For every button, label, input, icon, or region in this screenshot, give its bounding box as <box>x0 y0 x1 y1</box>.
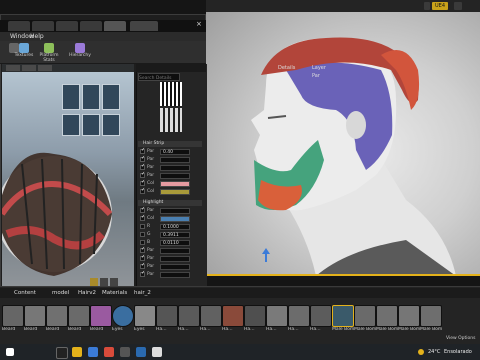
breadcrumb: Content model Hairv2 Materials hair_2 <box>0 288 480 298</box>
crumb-materials[interactable]: Materials <box>102 288 127 298</box>
param-row[interactable]: B 0.0110 <box>140 240 202 246</box>
textures-button[interactable]: Textures <box>14 42 34 62</box>
head-render <box>251 37 456 276</box>
preview-cube-icon[interactable] <box>100 278 108 286</box>
editor-tab-strip: × <box>0 20 206 32</box>
asset-tile[interactable]: Male Bome <box>332 305 354 333</box>
chrome-icon[interactable] <box>104 347 114 357</box>
editor-tab-2[interactable] <box>32 21 54 31</box>
editor-tab-4[interactable] <box>80 21 102 31</box>
param-row[interactable]: Par <box>140 270 202 278</box>
param-row[interactable]: Par <box>140 206 202 214</box>
color-row[interactable]: Col <box>140 179 202 187</box>
stats-icon <box>44 43 54 53</box>
crumb-model[interactable]: model <box>52 288 69 298</box>
preview-sphere-icon[interactable] <box>110 278 118 286</box>
hierarchy-button[interactable]: Hierarchy <box>68 42 92 62</box>
search-icon[interactable] <box>56 347 68 359</box>
asset-tile[interactable]: Beard <box>68 305 90 333</box>
viewport-perspective-button[interactable] <box>424 2 430 10</box>
viewport-toolbar: UE4 <box>206 0 480 12</box>
hair-sphere <box>2 152 113 276</box>
asset-tile[interactable]: Beard <box>46 305 68 333</box>
section-highlight[interactable]: Highlight <box>138 200 202 206</box>
app-icon[interactable] <box>120 347 130 357</box>
texture-thumbnail-2[interactable] <box>160 108 182 132</box>
section-hair-strip[interactable]: Hair Strip <box>138 141 202 147</box>
param-row[interactable]: Par <box>140 246 202 254</box>
browser-icon[interactable] <box>88 347 98 357</box>
color-row[interactable]: Col <box>140 187 202 195</box>
asset-tile[interactable]: Male Bome <box>420 305 442 333</box>
hierarchy-icon <box>75 43 85 53</box>
details-header: Details Layer Par <box>136 64 326 79</box>
param-row[interactable]: Par <box>140 155 202 163</box>
asset-tile[interactable]: Ha… <box>156 305 178 333</box>
top-right-label <box>454 2 460 10</box>
menu-help[interactable]: Help <box>30 32 44 41</box>
asset-tile[interactable]: Ha… <box>266 305 288 333</box>
param-row[interactable]: R 0.1000 <box>140 224 202 230</box>
preview-lit-button[interactable] <box>22 65 36 71</box>
param-row[interactable]: Par <box>140 163 202 171</box>
menu-bar: Window Help <box>0 32 206 41</box>
asset-tile[interactable]: Ha… <box>200 305 222 333</box>
tab-layer-parameters[interactable]: Layer Par <box>312 64 326 79</box>
taskbar: 24°C Ensolarado <box>0 344 480 360</box>
word-icon[interactable] <box>136 347 146 357</box>
asset-tile[interactable]: Ha… <box>288 305 310 333</box>
param-row[interactable]: G 0.3911 <box>140 232 202 238</box>
material-preview[interactable] <box>2 64 134 286</box>
crumb-content[interactable]: Content <box>14 288 36 298</box>
crumb-hair2[interactable]: hair_2 <box>134 288 151 298</box>
asset-tile[interactable]: Beard <box>2 305 24 333</box>
asset-tile[interactable]: Ha… <box>178 305 200 333</box>
tab-details[interactable]: Details <box>278 64 295 72</box>
editor-tab-1[interactable] <box>8 21 30 31</box>
preview-shape-icon[interactable] <box>90 278 98 286</box>
editor-toolbar: Textures Platform Stats Hierarchy <box>0 41 206 64</box>
preview-menu-button[interactable] <box>6 65 20 71</box>
crumb-hairv2[interactable]: Hairv2 <box>78 288 96 298</box>
param-row[interactable]: Par <box>140 254 202 262</box>
windows-start-icon[interactable] <box>6 348 14 356</box>
unreal-icon[interactable] <box>152 347 162 357</box>
editor-tab-6[interactable] <box>130 21 158 31</box>
file-explorer-icon[interactable] <box>72 347 82 357</box>
weather-temp: 24°C <box>428 349 441 355</box>
asset-tile[interactable]: Eyes <box>112 305 134 333</box>
asset-tile[interactable]: Beard <box>90 305 112 333</box>
asset-tile[interactable]: Male Bome <box>398 305 420 333</box>
editor-tab-3[interactable] <box>56 21 78 31</box>
asset-tile[interactable]: Ha… <box>310 305 332 333</box>
viewport-accent-line <box>206 274 480 276</box>
texture-icon <box>19 43 29 53</box>
param-row[interactable]: Par0.40 <box>140 147 202 155</box>
weather-icon <box>418 349 424 355</box>
details-search-input[interactable]: Search Details <box>138 73 180 81</box>
editor-tab-5[interactable] <box>104 21 126 31</box>
platform-stats-button[interactable]: Platform Stats <box>36 42 62 63</box>
view-options-button[interactable]: View Options <box>446 336 475 341</box>
asset-tile[interactable]: Beard <box>24 305 46 333</box>
ue-badge[interactable]: UE4 <box>432 2 448 10</box>
param-row[interactable]: Par <box>140 171 202 179</box>
asset-tile[interactable]: Eyes <box>134 305 156 333</box>
preview-toolbar <box>2 64 134 72</box>
close-icon[interactable]: × <box>196 20 202 28</box>
weather-text: Ensolarado <box>444 349 472 355</box>
asset-tile[interactable]: Male Bome <box>376 305 398 333</box>
param-row[interactable]: Par <box>140 262 202 270</box>
asset-tile[interactable]: Ha… <box>244 305 266 333</box>
texture-thumbnail[interactable] <box>160 82 182 106</box>
level-viewport[interactable] <box>206 0 480 276</box>
asset-tile[interactable]: Male Bome <box>354 305 376 333</box>
color-row[interactable]: Col <box>140 214 202 222</box>
preview-show-button[interactable] <box>38 65 52 71</box>
asset-tile[interactable]: Ha… <box>222 305 244 333</box>
